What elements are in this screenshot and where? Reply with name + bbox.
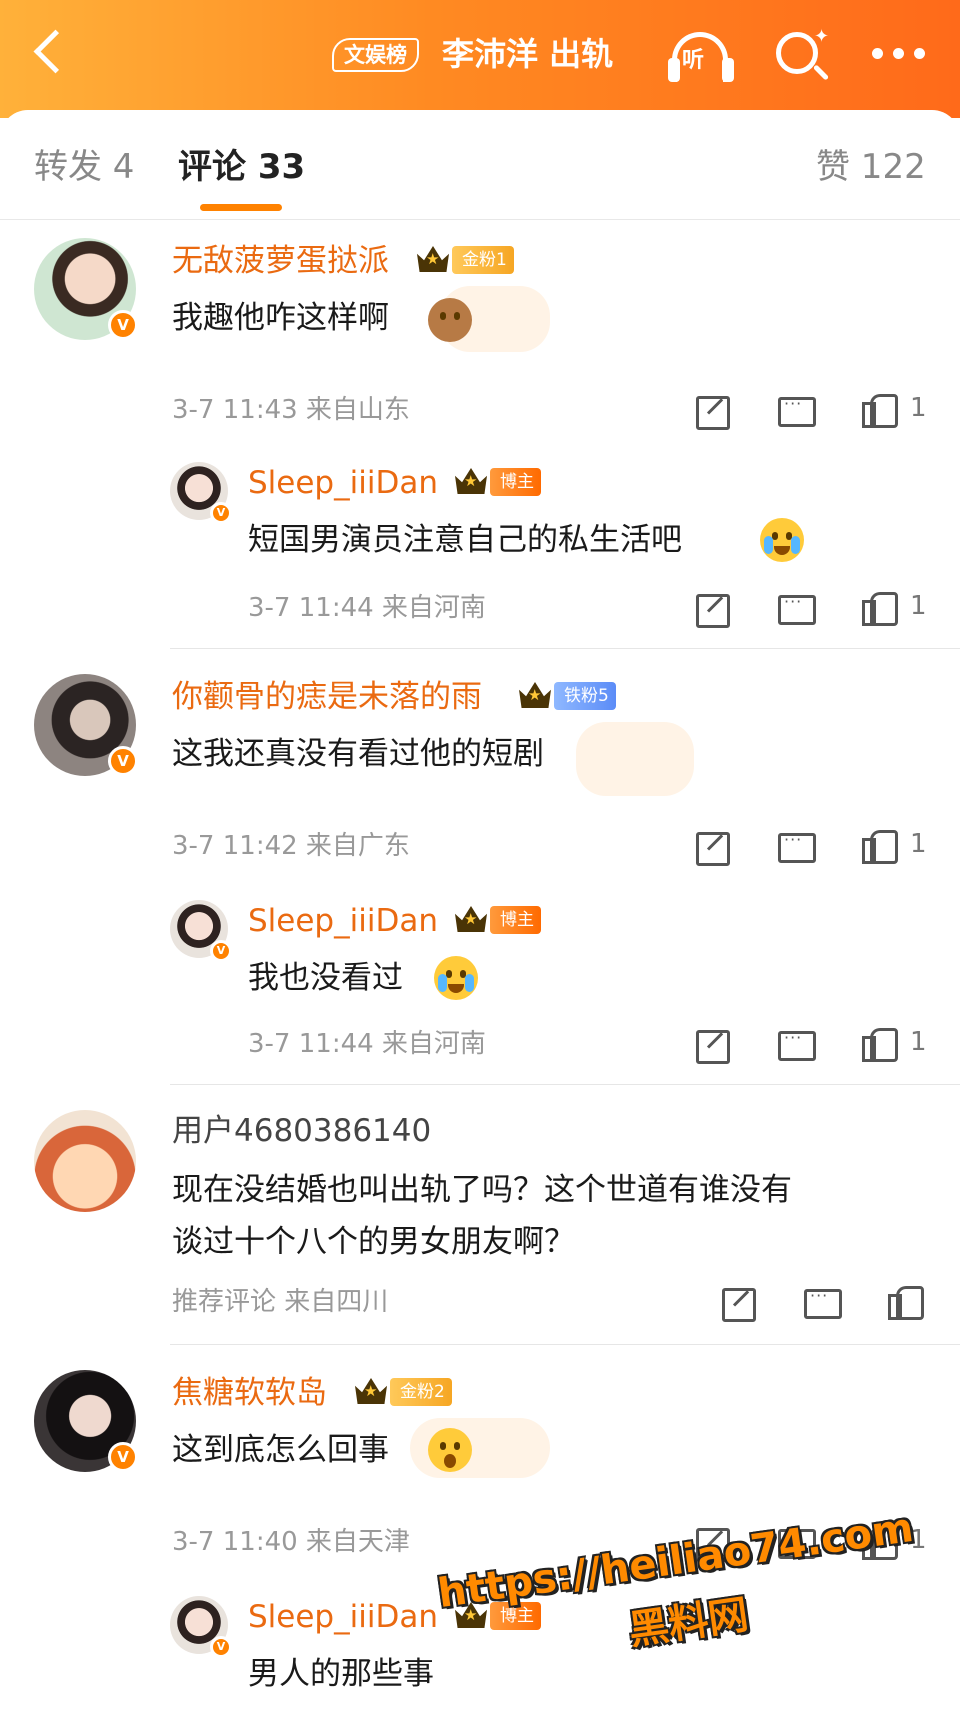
like-icon[interactable] <box>886 1282 924 1320</box>
verified-badge-icon: V <box>210 940 232 962</box>
comment-divider <box>170 648 960 649</box>
crown-icon <box>454 904 488 934</box>
crying-emoji-icon <box>760 518 804 562</box>
comment-divider <box>170 1084 960 1085</box>
tab-like[interactable]: 赞 122 <box>816 144 926 190</box>
reply-icon[interactable] <box>778 394 816 428</box>
active-tab-indicator <box>200 204 282 211</box>
reply-icon[interactable] <box>778 592 816 626</box>
comment-username[interactable]: 焦糖软软岛 <box>172 1372 327 1414</box>
share-icon[interactable] <box>720 1284 756 1322</box>
verified-badge-icon: V <box>108 746 138 776</box>
listen-label: 听 <box>682 48 705 73</box>
reply-username[interactable]: Sleep_iiiDan <box>248 1596 438 1638</box>
crown-icon <box>416 244 450 274</box>
like-icon[interactable] <box>860 1024 898 1062</box>
comment-text: 现在没结婚也叫出轨了吗？这个世道有谁没有 <box>172 1172 792 1208</box>
tab-comment[interactable]: 评论 33 <box>178 144 305 190</box>
more-icon[interactable] <box>870 44 930 64</box>
reply-text: 男人的那些事 <box>248 1656 434 1692</box>
verified-badge-icon: V <box>210 502 232 524</box>
topic-title: 李沛洋 出轨 <box>442 35 614 73</box>
reply-text: 我也没看过 <box>248 960 403 996</box>
crown-icon <box>454 466 488 496</box>
verified-badge-icon: V <box>210 1636 232 1658</box>
reply-username[interactable]: Sleep_iiiDan <box>248 900 438 942</box>
fan-level-badge: 铁粉5 <box>554 682 616 710</box>
share-icon[interactable] <box>694 392 730 430</box>
like-icon[interactable] <box>860 390 898 428</box>
comment-text: 我趣他咋这样啊 <box>172 300 389 336</box>
crown-icon <box>354 1376 388 1406</box>
capybara-emoji-icon <box>428 298 472 342</box>
comment-text: 这到底怎么回事 <box>172 1432 389 1468</box>
reply-icon[interactable] <box>778 830 816 864</box>
like-count: 1 <box>910 1027 927 1057</box>
comment-username[interactable]: 用户4680386140 <box>172 1110 431 1152</box>
crying-emoji-icon <box>434 956 478 1000</box>
reply-text: 短国男演员注意自己的私生活吧 <box>248 522 682 558</box>
comment-divider <box>170 1344 960 1345</box>
like-icon[interactable] <box>860 826 898 864</box>
listen-headphone-icon[interactable]: 听 <box>668 28 734 84</box>
comment-username[interactable]: 你颧骨的痣是未落的雨 <box>172 676 482 718</box>
crown-icon <box>518 680 552 710</box>
share-icon[interactable] <box>694 1026 730 1064</box>
comment-text: 谈过十个八个的男女朋友啊？ <box>172 1224 575 1260</box>
comment-time-location: 3-7 11:43 来自山东 <box>172 395 410 425</box>
watermark-name: 黑料网 <box>625 1591 752 1655</box>
reply-username[interactable]: Sleep_iiiDan <box>248 462 438 504</box>
comment-meta: 推荐评论 来自四川 <box>172 1287 389 1317</box>
host-badge: 博主 <box>490 906 541 934</box>
reply-time-location: 3-7 11:44 来自河南 <box>248 1029 486 1059</box>
back-arrow-icon[interactable] <box>22 22 82 82</box>
comment-time-location: 3-7 11:40 来自天津 <box>172 1527 410 1557</box>
verified-badge-icon: V <box>108 1442 138 1472</box>
comment-username[interactable]: 无敌菠萝蛋挞派 <box>172 240 389 282</box>
verified-badge-icon: V <box>108 310 138 340</box>
host-badge: 博主 <box>490 468 541 496</box>
like-count: 1 <box>910 829 927 859</box>
top-bar: 文娱榜 李沛洋 出轨 听 ✦ <box>0 0 960 118</box>
search-icon[interactable]: ✦ <box>772 26 832 86</box>
share-icon[interactable] <box>694 828 730 866</box>
fan-level-badge: 金粉2 <box>390 1378 452 1406</box>
like-count: 1 <box>910 393 927 423</box>
hot-list-tag[interactable]: 文娱榜 <box>332 38 419 72</box>
tab-repost[interactable]: 转发 4 <box>34 144 134 190</box>
like-icon[interactable] <box>860 588 898 626</box>
share-icon[interactable] <box>694 590 730 628</box>
avatar[interactable] <box>34 1110 136 1212</box>
fan-level-badge: 金粉1 <box>452 246 514 274</box>
comment-text: 这我还真没有看过他的短剧 <box>172 736 544 772</box>
comment-time-location: 3-7 11:42 来自广东 <box>172 831 410 861</box>
reply-icon[interactable] <box>778 1028 816 1062</box>
like-count: 1 <box>910 591 927 621</box>
comment-tab-bar: 转发 4 评论 33 赞 122 <box>0 110 960 220</box>
reply-time-location: 3-7 11:44 来自河南 <box>248 593 486 623</box>
reply-icon[interactable] <box>804 1286 842 1320</box>
sticker-background <box>576 722 694 796</box>
surprised-emoji-icon <box>428 1428 472 1472</box>
